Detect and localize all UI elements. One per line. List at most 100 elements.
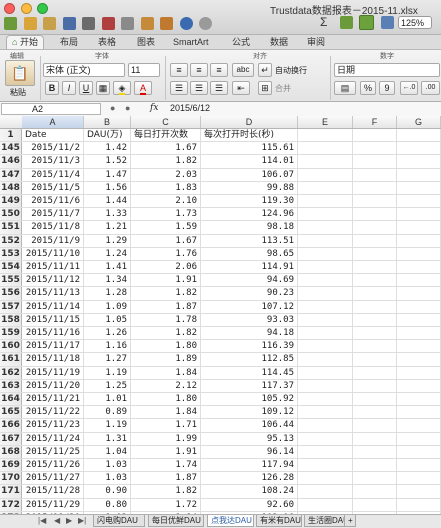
- cell-dur[interactable]: 94.18: [201, 327, 298, 340]
- cell-dau[interactable]: 1.24: [84, 247, 131, 260]
- cell-empty[interactable]: [353, 432, 397, 445]
- cell-opens[interactable]: 1.99: [131, 432, 201, 445]
- cell-dur[interactable]: 96.14: [201, 445, 298, 458]
- cell-a1[interactable]: Date: [22, 129, 84, 142]
- cell-empty[interactable]: [397, 234, 441, 247]
- cell-dau[interactable]: 1.19: [84, 366, 131, 379]
- merge-button[interactable]: ⊞: [258, 81, 272, 95]
- cell-empty[interactable]: [353, 406, 397, 419]
- cell-empty[interactable]: [353, 195, 397, 208]
- add-sheet-button[interactable]: +: [344, 515, 356, 527]
- cell-d1[interactable]: 每次打开时长(秒): [201, 129, 298, 142]
- cell-date[interactable]: 2015/11/23: [22, 419, 84, 432]
- tab-smartart[interactable]: SmartArt: [173, 36, 209, 49]
- cell-opens[interactable]: 1.89: [131, 353, 201, 366]
- row-number[interactable]: 146: [0, 155, 22, 168]
- cell-date[interactable]: 2015/11/18: [22, 353, 84, 366]
- format-painter-icon[interactable]: [160, 17, 174, 30]
- cell-date[interactable]: 2015/11/10: [22, 247, 84, 260]
- cell-dau[interactable]: 1.03: [84, 459, 131, 472]
- cell-opens[interactable]: 2.03: [131, 168, 201, 181]
- tab-charts[interactable]: 图表: [137, 36, 155, 49]
- cell-empty[interactable]: [353, 366, 397, 379]
- cell-opens[interactable]: 2.06: [131, 261, 201, 274]
- close-window-button[interactable]: [4, 3, 15, 14]
- cell-date[interactable]: 2015/11/13: [22, 287, 84, 300]
- sheet-tab[interactable]: 有米有DAU: [256, 515, 302, 527]
- function-icon[interactable]: [359, 15, 375, 30]
- cell-dau[interactable]: 0.90: [84, 485, 131, 498]
- zoom-window-button[interactable]: [37, 3, 49, 14]
- row-number[interactable]: 164: [0, 393, 22, 406]
- cell-dur[interactable]: 115.61: [201, 142, 298, 155]
- cell-dau[interactable]: 1.26: [84, 327, 131, 340]
- cell-opens[interactable]: 1.84: [131, 406, 201, 419]
- cell-opens[interactable]: 1.91: [131, 274, 201, 287]
- borders-button[interactable]: ▦: [96, 81, 110, 95]
- cell-date[interactable]: 2015/11/14: [22, 300, 84, 313]
- cell-empty[interactable]: [353, 353, 397, 366]
- minimize-window-button[interactable]: [20, 3, 32, 14]
- confirm-formula-icon[interactable]: ●: [125, 103, 130, 113]
- cell-dur[interactable]: 107.12: [201, 300, 298, 313]
- cell-empty[interactable]: [353, 221, 397, 234]
- align-bottom-button[interactable]: ≡: [210, 63, 228, 77]
- cell-empty[interactable]: [353, 208, 397, 221]
- tab-tables[interactable]: 表格: [98, 36, 116, 49]
- cell-dur[interactable]: 98.18: [201, 221, 298, 234]
- cell-date[interactable]: 2015/11/19: [22, 366, 84, 379]
- row-number[interactable]: 159: [0, 327, 22, 340]
- cell-empty[interactable]: [353, 340, 397, 353]
- column-header-f[interactable]: F: [353, 116, 397, 128]
- row-number[interactable]: 151: [0, 221, 22, 234]
- row-number[interactable]: 171: [0, 485, 22, 498]
- cell-dau[interactable]: 1.09: [84, 300, 131, 313]
- cell-empty[interactable]: [397, 353, 441, 366]
- cell-empty[interactable]: [397, 406, 441, 419]
- cell-dur[interactable]: 93.03: [201, 313, 298, 326]
- cell-dur[interactable]: 105.92: [201, 393, 298, 406]
- row-number[interactable]: 167: [0, 432, 22, 445]
- cell-date[interactable]: 2015/11/8: [22, 221, 84, 234]
- cell-empty[interactable]: [397, 208, 441, 221]
- cell-date[interactable]: 2015/11/3: [22, 155, 84, 168]
- cell-empty[interactable]: [298, 300, 353, 313]
- cell-dur[interactable]: 99.88: [201, 181, 298, 194]
- wrap-text-button[interactable]: ↵: [258, 63, 272, 77]
- column-header-c[interactable]: C: [131, 116, 201, 128]
- cell-dur[interactable]: 124.96: [201, 208, 298, 221]
- cell-dur[interactable]: 98.65: [201, 247, 298, 260]
- sheet-tab[interactable]: 生活圈DAU: [304, 515, 349, 527]
- cell-empty[interactable]: [397, 287, 441, 300]
- cell-dau[interactable]: 1.34: [84, 274, 131, 287]
- cell-opens[interactable]: 1.84: [131, 366, 201, 379]
- cell-opens[interactable]: 1.71: [131, 419, 201, 432]
- cell-empty[interactable]: [397, 445, 441, 458]
- cell-dau[interactable]: 1.44: [84, 195, 131, 208]
- paste-button[interactable]: 📋: [5, 60, 35, 86]
- copy-icon[interactable]: [121, 17, 135, 30]
- cell-empty[interactable]: [353, 300, 397, 313]
- cell-date[interactable]: 2015/11/28: [22, 485, 84, 498]
- open-folder-icon[interactable]: [43, 17, 57, 30]
- cell-date[interactable]: 2015/11/22: [22, 406, 84, 419]
- cell-opens[interactable]: 1.59: [131, 221, 201, 234]
- sheet-tab[interactable]: 点我达DAU: [207, 515, 254, 527]
- cell-empty[interactable]: [397, 459, 441, 472]
- row-number[interactable]: 168: [0, 445, 22, 458]
- cell-date[interactable]: 2015/11/25: [22, 445, 84, 458]
- cell-opens[interactable]: 2.12: [131, 379, 201, 392]
- cell-dau[interactable]: 1.52: [84, 155, 131, 168]
- cell-opens[interactable]: 1.73: [131, 208, 201, 221]
- cell-empty[interactable]: [298, 287, 353, 300]
- cell-opens[interactable]: 1.82: [131, 327, 201, 340]
- templates-icon[interactable]: [23, 17, 37, 30]
- save-icon[interactable]: [62, 17, 76, 30]
- italic-button[interactable]: I: [62, 81, 76, 95]
- cell-dur[interactable]: 114.91: [201, 261, 298, 274]
- bold-button[interactable]: B: [45, 81, 59, 95]
- formula-input[interactable]: 2015/6/12: [170, 103, 210, 113]
- cell-empty[interactable]: [353, 459, 397, 472]
- cell-empty[interactable]: [353, 379, 397, 392]
- cell-date[interactable]: 2015/11/24: [22, 432, 84, 445]
